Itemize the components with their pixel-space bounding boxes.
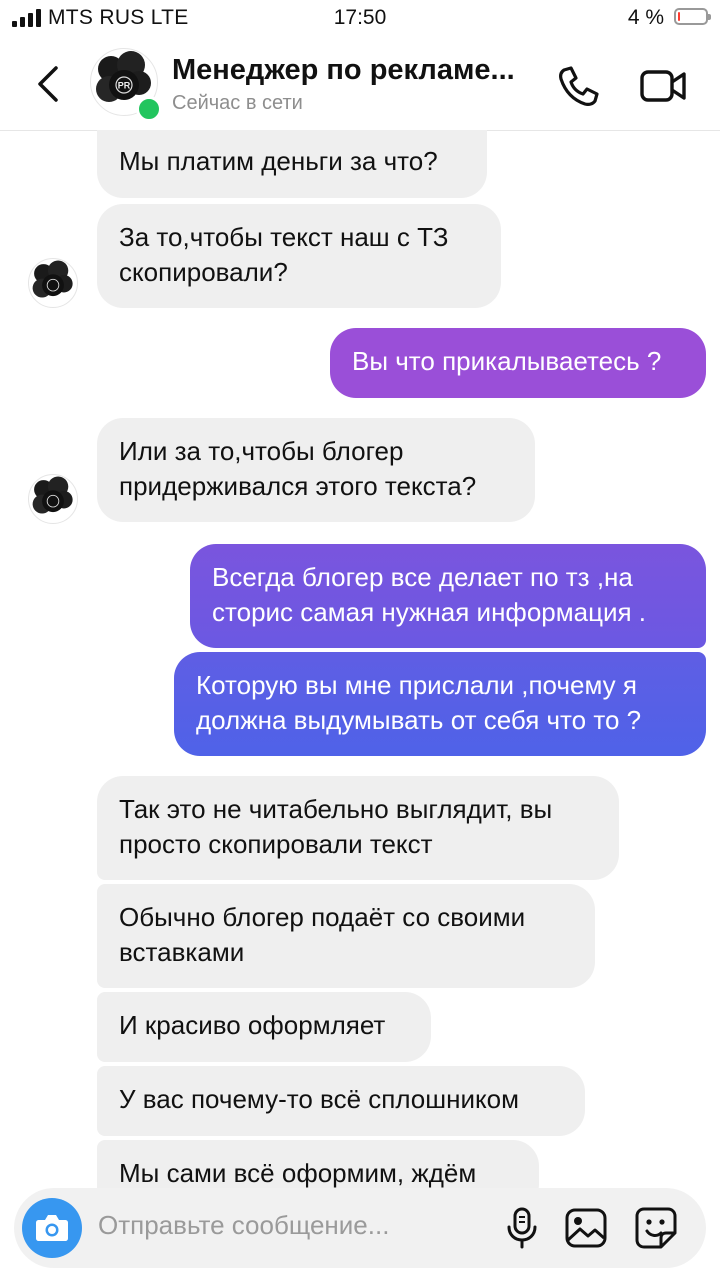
image-icon: [565, 1208, 607, 1248]
sticker-icon: [635, 1207, 677, 1249]
back-button[interactable]: [30, 62, 70, 106]
voice-message-button[interactable]: [502, 1206, 542, 1250]
message-outgoing[interactable]: Всегда блогер все делает по тз ,на стори…: [190, 544, 706, 648]
phone-icon: [559, 66, 599, 106]
contact-avatar-small: [28, 258, 78, 308]
message-outgoing[interactable]: Вы что прикалываетесь ?: [330, 328, 706, 398]
contact-avatar-small: [28, 474, 78, 524]
chat-header: PR Менеджер по рекламе... Сейчас в сети: [0, 36, 720, 131]
message-outgoing[interactable]: Которую вы мне прислали ,почему я должна…: [174, 652, 706, 756]
video-call-button[interactable]: [638, 62, 688, 110]
battery-icon: [674, 8, 711, 25]
status-bar: MTS RUS LTE 17:50 4 %: [0, 0, 720, 36]
audio-call-button[interactable]: [554, 62, 602, 110]
message-composer: Отправьте сообщение...: [14, 1188, 706, 1268]
online-status-indicator: [136, 96, 162, 122]
camera-button[interactable]: [22, 1198, 82, 1258]
message-incoming[interactable]: Так это не читабельно выглядит, вы прост…: [97, 776, 619, 880]
message-incoming[interactable]: И красиво оформляет: [97, 992, 431, 1062]
contact-status: Сейчас в сети: [172, 92, 303, 114]
message-input[interactable]: Отправьте сообщение...: [98, 1210, 389, 1241]
message-incoming[interactable]: Мы платим деньги за что?: [97, 130, 487, 198]
message-incoming[interactable]: За то,чтобы текст наш с ТЗ скопировали?: [97, 204, 501, 308]
svg-text:PR: PR: [118, 81, 131, 91]
video-camera-icon: [640, 70, 686, 102]
gallery-button[interactable]: [564, 1206, 608, 1250]
message-incoming[interactable]: У вас почему-то всё сплошником: [97, 1066, 585, 1136]
chevron-left-icon: [38, 66, 58, 102]
battery-percent: 4 %: [627, 6, 664, 29]
message-incoming[interactable]: Обычно блогер подаёт со своими вставками: [97, 884, 595, 988]
sticker-button[interactable]: [634, 1206, 678, 1250]
microphone-icon: [507, 1207, 537, 1249]
contact-name[interactable]: Менеджер по рекламе...: [172, 54, 532, 87]
clock: 17:50: [333, 6, 387, 29]
camera-icon: [36, 1215, 68, 1241]
message-incoming[interactable]: Или за то,чтобы блогер придерживался это…: [97, 418, 535, 522]
